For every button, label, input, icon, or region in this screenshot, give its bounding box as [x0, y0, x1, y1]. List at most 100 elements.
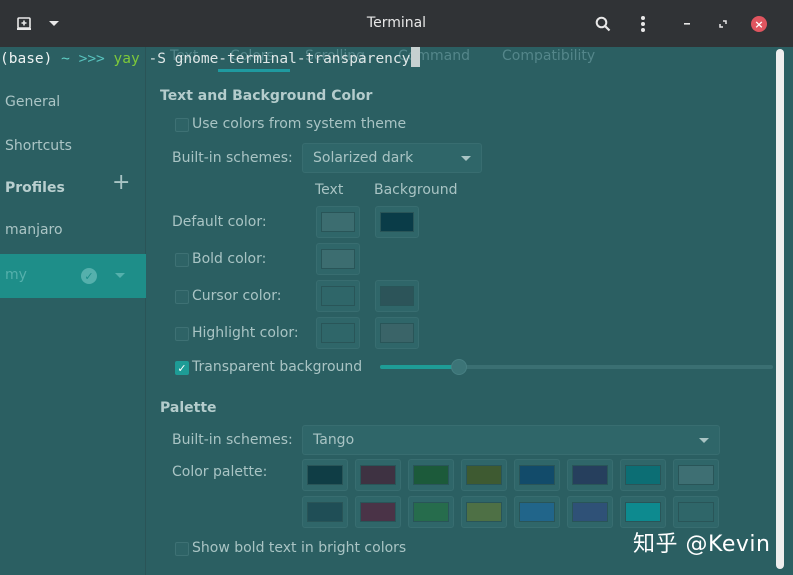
- palette-color-button[interactable]: [673, 496, 719, 528]
- sidebar-item-label: Shortcuts: [5, 138, 72, 154]
- transparency-slider-fill: [380, 365, 459, 369]
- command-name: yay: [113, 51, 140, 67]
- palette-color-button[interactable]: [567, 496, 613, 528]
- palette-swatch-fill: [625, 502, 661, 522]
- palette-color-button[interactable]: [355, 496, 401, 528]
- builtin-schemes-label: Built-in schemes:: [172, 150, 293, 166]
- cursor-text-color-button[interactable]: [316, 280, 360, 312]
- sidebar-item-label: General: [5, 94, 61, 110]
- prompt-env: (base): [0, 51, 53, 67]
- palette-swatch-fill: [307, 502, 343, 522]
- cursor-color-checkbox[interactable]: [175, 290, 189, 304]
- scrollbar-thumb[interactable]: [776, 49, 784, 569]
- terminal-cursor: [411, 47, 421, 67]
- bold-color-label: Bold color:: [192, 251, 267, 267]
- prompt-dir: ~: [61, 51, 70, 67]
- palette-swatch-fill: [519, 465, 555, 485]
- palette-color-button[interactable]: [673, 459, 719, 491]
- profiles-heading: Profiles: [5, 180, 65, 196]
- highlight-bg-color-button[interactable]: [375, 317, 419, 349]
- transparent-background-checkbox[interactable]: ✓: [175, 361, 189, 375]
- transparent-background-label: Transparent background: [192, 359, 363, 375]
- text-bg-section-title: Text and Background Color: [160, 88, 373, 104]
- palette-swatch-fill: [360, 502, 396, 522]
- default-profile-check-icon: ✓: [81, 268, 97, 284]
- bold-color-checkbox[interactable]: [175, 253, 189, 267]
- palette-color-button[interactable]: [408, 459, 454, 491]
- swatch-fill: [321, 323, 355, 343]
- close-icon[interactable]: ×: [747, 12, 771, 36]
- sidebar-item-profile-my[interactable]: my ✓: [0, 254, 146, 298]
- palette-swatch-fill: [307, 465, 343, 485]
- color-palette-label: Color palette:: [172, 464, 268, 480]
- transparency-slider-handle[interactable]: [451, 359, 467, 375]
- palette-color-button[interactable]: [302, 459, 348, 491]
- palette-swatch-fill: [572, 465, 608, 485]
- default-bg-color-button[interactable]: [375, 206, 419, 238]
- palette-swatch-fill: [572, 502, 608, 522]
- sidebar-item-general[interactable]: General: [0, 81, 146, 125]
- builtin-schemes-value: Solarized dark: [313, 150, 414, 166]
- cursor-bg-color-button[interactable]: [375, 280, 419, 312]
- add-profile-icon[interactable]: +: [112, 172, 130, 194]
- palette-color-button[interactable]: [620, 459, 666, 491]
- sidebar-item-profile-manjaro[interactable]: manjaro: [0, 209, 146, 253]
- chevron-down-icon: [699, 438, 709, 443]
- palette-color-button[interactable]: [355, 459, 401, 491]
- prompt-arrows: >>>: [78, 51, 105, 67]
- kebab-menu-icon[interactable]: [631, 12, 655, 36]
- palette-section-title: Palette: [160, 400, 217, 416]
- search-icon[interactable]: [591, 12, 615, 36]
- palette-color-button[interactable]: [514, 459, 560, 491]
- palette-color-button[interactable]: [408, 496, 454, 528]
- swatch-fill: [380, 323, 414, 343]
- sidebar-item-shortcuts[interactable]: Shortcuts: [0, 125, 146, 169]
- preferences-sidebar: General Shortcuts Profiles + manjaro my …: [0, 47, 146, 575]
- palette-color-button[interactable]: [461, 459, 507, 491]
- cursor-color-label: Cursor color:: [192, 288, 282, 304]
- palette-swatch-fill: [678, 465, 714, 485]
- palette-swatch-fill: [466, 502, 502, 522]
- palette-color-button[interactable]: [567, 459, 613, 491]
- palette-swatch-fill: [413, 465, 449, 485]
- column-text-label: Text: [315, 182, 344, 198]
- maximize-icon[interactable]: [711, 12, 735, 36]
- swatch-fill: [380, 286, 414, 306]
- swatch-fill: [321, 212, 355, 232]
- bold-bright-checkbox[interactable]: [175, 542, 189, 556]
- swatch-fill: [321, 286, 355, 306]
- palette-color-button[interactable]: [620, 496, 666, 528]
- highlight-text-color-button[interactable]: [316, 317, 360, 349]
- highlight-color-label: Highlight color:: [192, 325, 299, 341]
- use-system-colors-label: Use colors from system theme: [192, 116, 407, 132]
- minimize-icon[interactable]: [675, 12, 699, 36]
- sidebar-item-label: my: [5, 267, 27, 283]
- chevron-down-icon: [461, 156, 471, 161]
- swatch-fill: [321, 249, 355, 269]
- palette-swatch-fill: [466, 465, 502, 485]
- bold-text-color-button[interactable]: [316, 243, 360, 275]
- sidebar-item-label: manjaro: [5, 222, 63, 238]
- highlight-color-checkbox[interactable]: [175, 327, 189, 341]
- palette-swatch-fill: [519, 502, 555, 522]
- palette-swatch-fill: [413, 502, 449, 522]
- sidebar-profiles-header: Profiles +: [0, 167, 146, 211]
- builtin-schemes-select[interactable]: Solarized dark: [302, 143, 482, 173]
- command-args: -S gnome-terminal-transparency: [148, 51, 411, 67]
- default-text-color-button[interactable]: [316, 206, 360, 238]
- profile-options-chevron-down-icon[interactable]: [115, 273, 125, 278]
- swatch-fill: [380, 212, 414, 232]
- palette-swatch-fill: [625, 465, 661, 485]
- default-color-label: Default color:: [172, 214, 267, 230]
- palette-schemes-value: Tango: [313, 432, 355, 448]
- palette-schemes-select[interactable]: Tango: [302, 425, 720, 455]
- palette-color-button[interactable]: [302, 496, 348, 528]
- palette-color-button[interactable]: [514, 496, 560, 528]
- title-bar: Terminal ×: [0, 0, 793, 47]
- palette-swatch-fill: [360, 465, 396, 485]
- terminal-command-line[interactable]: (base) ~ >>> yay -S gnome-terminal-trans…: [0, 47, 760, 71]
- palette-swatch-fill: [678, 502, 714, 522]
- palette-builtin-schemes-label: Built-in schemes:: [172, 432, 293, 448]
- use-system-colors-checkbox[interactable]: [175, 118, 189, 132]
- palette-color-button[interactable]: [461, 496, 507, 528]
